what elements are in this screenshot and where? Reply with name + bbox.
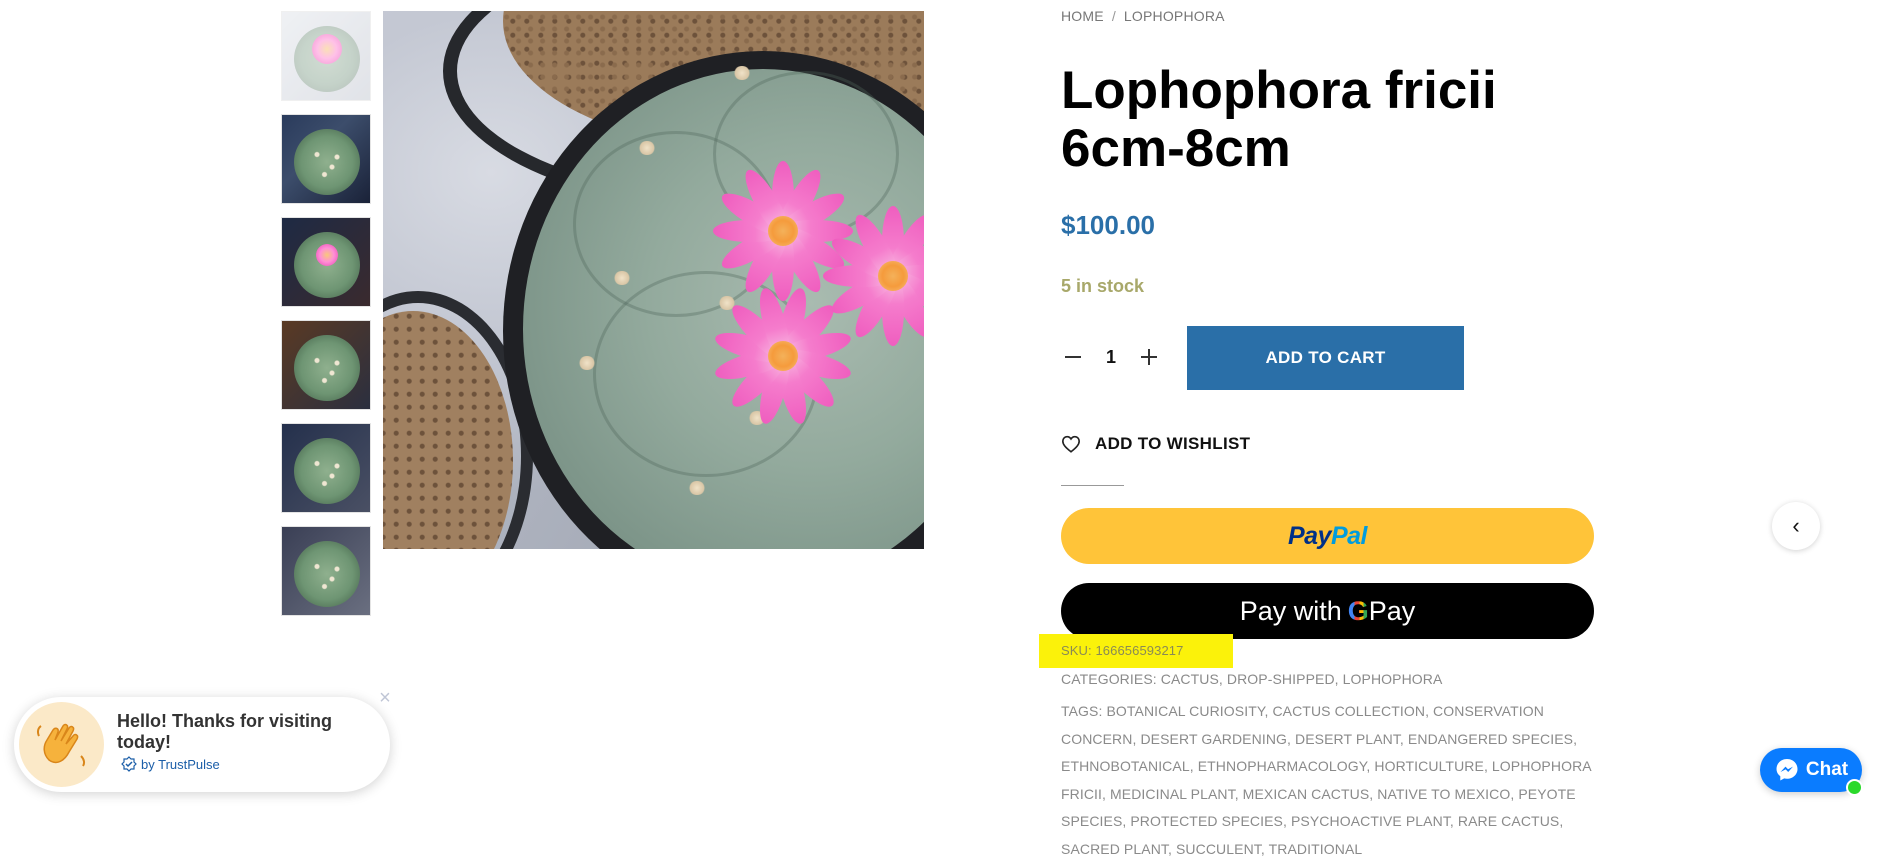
thumbnail-6[interactable] (281, 526, 371, 616)
trustpulse-attribution[interactable]: by TrustPulse (121, 756, 220, 772)
sku-line: SKU: 166656593217 (1061, 643, 1183, 658)
gpay-pay-text: Pay (1368, 595, 1416, 626)
quantity-increase-button[interactable] (1137, 345, 1161, 369)
quantity-input[interactable] (1085, 345, 1137, 369)
minus-icon (1065, 356, 1081, 358)
quantity-decrease-button[interactable] (1061, 345, 1085, 369)
tags-line: TAGS: BOTANICAL CURIOSITY, CACTUS COLLEC… (1061, 698, 1601, 863)
breadcrumb-category[interactable]: LOPHOPHORA (1124, 8, 1225, 24)
product-title: Lophophora fricii 6cm-8cm (1061, 61, 1497, 178)
product-price: $100.00 (1061, 210, 1155, 240)
breadcrumb: HOME / LOPHOPHORA (1061, 8, 1225, 24)
thumbnail-gallery (281, 11, 371, 629)
divider (1061, 485, 1124, 486)
wishlist-label: ADD TO WISHLIST (1095, 434, 1251, 453)
trustpulse-popup: Hello! Thanks for visiting today! by Tru… (14, 697, 390, 792)
messenger-icon (1776, 759, 1798, 781)
tags-value[interactable]: BOTANICAL CURIOSITY, CACTUS COLLECTION, … (1061, 703, 1591, 857)
gpay-prefix: Pay with (1239, 595, 1342, 626)
thumbnail-5[interactable] (281, 423, 371, 513)
breadcrumb-home[interactable]: HOME (1061, 8, 1104, 24)
thumbnail-3[interactable] (281, 217, 371, 307)
categories-value[interactable]: CACTUS, DROP-SHIPPED, LOPHOPHORA (1161, 671, 1443, 687)
paypal-button[interactable]: Pay Pal (1061, 508, 1594, 564)
categories-label: CATEGORIES: (1061, 671, 1157, 687)
next-product-arrow[interactable]: ‹ (1772, 502, 1820, 550)
sku-label: SKU: (1061, 643, 1092, 658)
thumbnail-1[interactable] (281, 11, 371, 101)
google-pay-button[interactable]: Pay with G Pay (1061, 583, 1594, 639)
paypal-pay-text: Pay (1287, 521, 1331, 550)
waving-hands-icon (19, 702, 104, 787)
paypal-pal-text: Pal (1330, 521, 1368, 550)
waving-hand-icon (36, 723, 85, 767)
stock-status: 5 in stock (1061, 276, 1145, 296)
trustpulse-message: Hello! Thanks for visiting today! (117, 711, 333, 752)
add-to-cart-button[interactable]: ADD TO CART (1187, 326, 1464, 390)
online-status-dot (1846, 779, 1863, 796)
thumbnail-4[interactable] (281, 320, 371, 410)
trustpulse-by-label: by TrustPulse (141, 756, 220, 772)
plus-icon (1141, 349, 1157, 365)
add-to-wishlist-link[interactable]: ADD TO WISHLIST (1061, 434, 1250, 454)
breadcrumb-separator: / (1111, 8, 1116, 24)
thumbnail-2[interactable] (281, 114, 371, 204)
main-product-image[interactable] (383, 11, 924, 549)
heart-icon (1061, 435, 1081, 453)
chevron-left-icon: ‹ (1792, 513, 1800, 538)
chat-label: Chat (1805, 759, 1849, 780)
tags-label: TAGS: (1061, 703, 1103, 719)
quantity-stepper (1061, 340, 1171, 374)
sku-value: 166656593217 (1095, 643, 1184, 658)
google-g-icon: G (1347, 595, 1369, 626)
close-icon[interactable]: × (377, 688, 393, 708)
check-badge-icon (121, 756, 137, 772)
categories-line: CATEGORIES: CACTUS, DROP-SHIPPED, LOPHOP… (1061, 671, 1442, 687)
